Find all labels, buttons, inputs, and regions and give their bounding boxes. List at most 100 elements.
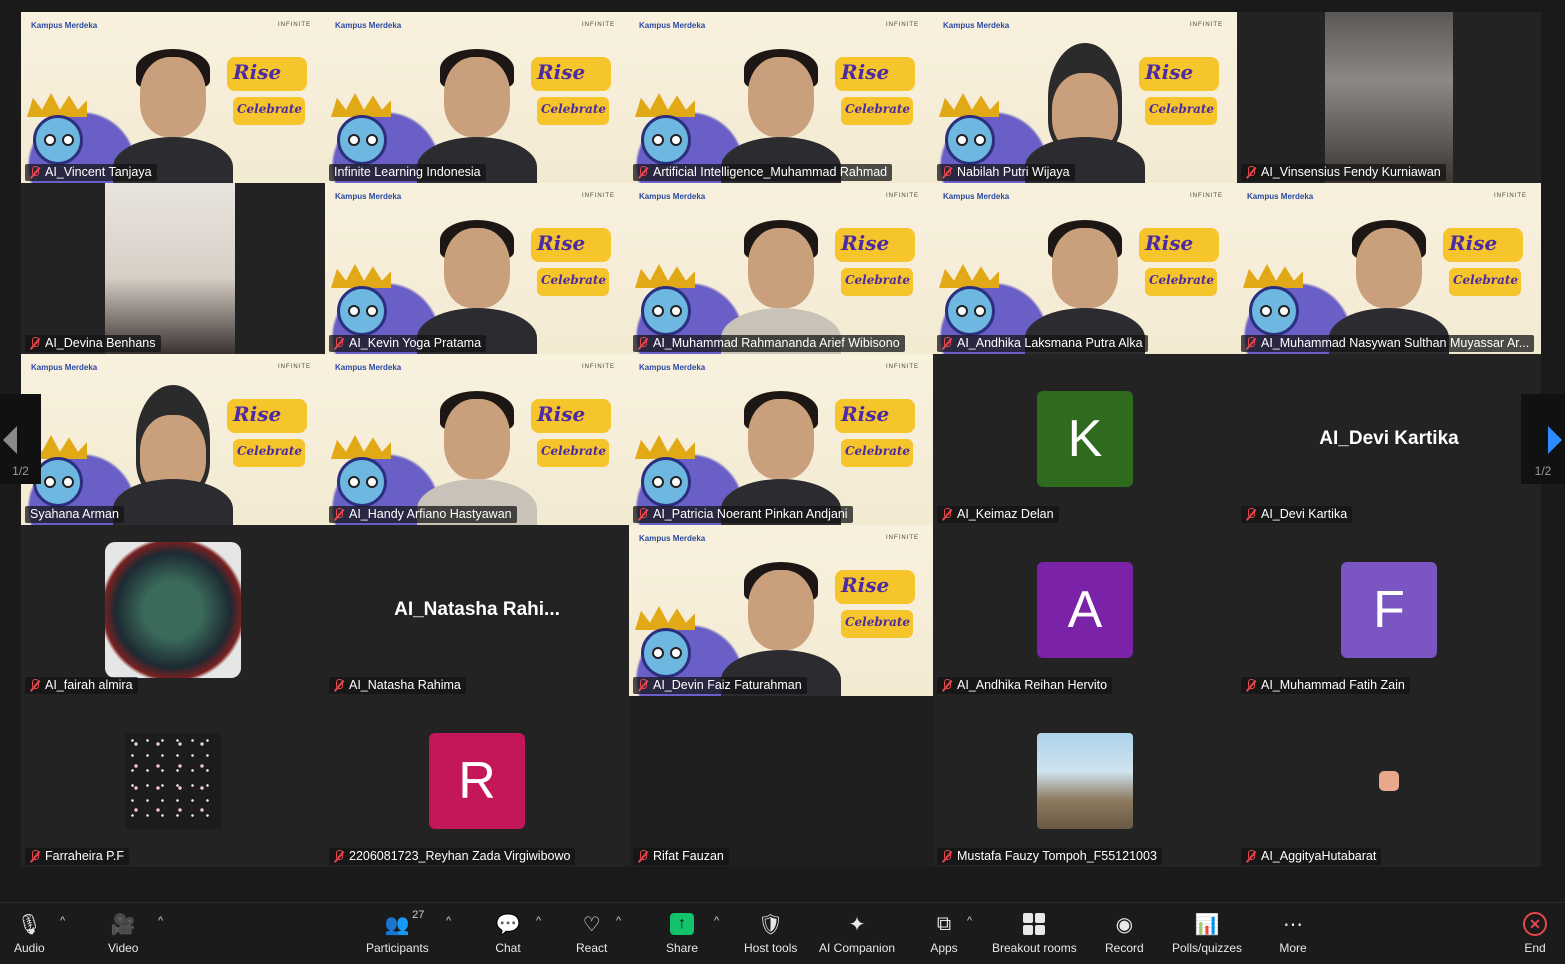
chat-button[interactable]: 💬 Chat [493,911,523,961]
participant-name-label: AI_Patricia Noerant Pinkan Andjani [633,506,853,523]
breakout-rooms-label: Breakout rooms [992,941,1077,955]
participant-camera-feed [1325,12,1453,183]
participant-tile[interactable]: Rifat Fauzan [629,696,933,867]
kampus-merdeka-logo: Kampus Merdeka [943,21,1010,30]
mascot-body [641,286,691,336]
react-button[interactable]: ♡ React [576,911,607,961]
celebrate-badge: Celebrate [841,268,913,296]
rise-badge: Rise [1139,228,1219,262]
participant-tile[interactable]: Kampus Merdeka INFINITE Rise Celebrate AI_Ke… [325,183,629,354]
participant-tile[interactable]: Kampus Merdeka INFINITE Rise Celebrate AI_Mu… [1237,183,1541,354]
participant-tile[interactable]: Kampus Merdeka INFINITE Rise Celebrate Syaha… [21,354,325,525]
participants-options-caret[interactable]: ^ [446,915,451,927]
chat-options-caret[interactable]: ^ [536,915,541,927]
participant-tile[interactable]: AI_Devi Kartika AI_Devi Kartika [1237,354,1541,525]
audio-options-caret[interactable]: ^ [60,915,65,927]
participant-tile[interactable]: Mustafa Fauzy Tompoh_F55121003 [933,696,1237,867]
participant-name-label: AI_Kevin Yoga Pratama [329,335,487,352]
participant-name-label: AI_AggityaHutabarat [1241,848,1382,865]
participant-tile[interactable]: AI_Natasha Rahi... AI_Natasha Rahima [325,525,629,696]
kampus-merdeka-logo: Kampus Merdeka [639,21,706,30]
share-button[interactable]: ↑ Share [666,911,698,961]
participant-tile[interactable]: K AI_Keimaz Delan [933,354,1237,525]
participant-tile[interactable]: Kampus Merdeka INFINITE Rise Celebrate AI_An… [933,183,1237,354]
next-page-button[interactable]: 1/2 [1521,394,1565,484]
participants-label: Participants [366,941,429,955]
celebrate-badge: Celebrate [841,610,913,638]
participant-name-label: Nabilah Putri Wijaya [937,164,1075,181]
chevron-right-icon [1548,426,1562,454]
torso-shape [113,479,233,525]
participant-tile[interactable]: Kampus Merdeka INFINITE Rise Celebrate AI_De… [629,525,933,696]
mascot-eye [670,647,682,659]
mascot-eye [956,134,968,146]
ai-companion-label: AI Companion [819,941,896,955]
face-shape [748,399,814,479]
react-options-caret[interactable]: ^ [616,915,621,927]
apps-button[interactable]: ⧉ Apps [929,911,959,961]
audio-label: Audio [14,941,45,955]
participant-name-text: AI_Keimaz Delan [957,507,1054,521]
participant-tile[interactable]: AI_AggityaHutabarat [1237,696,1541,867]
crown-icon [635,264,695,288]
participant-tile[interactable]: Kampus Merdeka INFINITE Rise Celebrate AI_Mu… [629,183,933,354]
previous-page-button[interactable]: 1/2 [0,394,41,484]
video-button[interactable]: 🎥 Video [108,911,138,961]
participant-tile[interactable]: Farraheira P.F [21,696,325,867]
celebrate-badge: Celebrate [841,439,913,467]
mascot-body [337,286,387,336]
mascot-image [327,264,397,344]
more-icon: ⋯ [1283,913,1303,936]
participant-name-label: AI_Muhammad Nasywan Sulthan Muyassar Ar.… [1241,335,1535,352]
participant-tile[interactable]: Kampus Merdeka INFINITE Rise Celebrate Nabil… [933,12,1237,183]
apps-options-caret[interactable]: ^ [967,915,972,927]
participant-tile[interactable]: AI_fairah almira [21,525,325,696]
participant-name-text: Farraheira P.F [45,849,124,863]
kampus-merdeka-logo: Kampus Merdeka [31,21,98,30]
participant-tile[interactable]: Kampus Merdeka INFINITE Rise Celebrate AI_Vi… [21,12,325,183]
participant-name-text: AI_Vinsensius Fendy Kurniawan [1261,165,1441,179]
audio-button[interactable]: 🎙 Audio [14,911,45,961]
participant-tile[interactable]: Kampus Merdeka INFINITE Rise Celebrate Infin… [325,12,629,183]
participant-video-feed [108,375,238,525]
participant-video-feed [1020,33,1150,183]
participant-name-label: Mustafa Fauzy Tompoh_F55121003 [937,848,1162,865]
participant-name-text: AI_Devi Kartika [1261,507,1348,521]
video-options-caret[interactable]: ^ [158,915,163,927]
celebrate-badge: Celebrate [537,439,609,467]
participant-tile[interactable]: R 2206081723_Reyhan Zada Virgiwibowo [325,696,629,867]
video-camera-icon: 🎥 [110,913,136,936]
host-tools-label: Host tools [744,941,798,955]
host-tools-button[interactable]: 🛡 Host tools [744,911,797,961]
polls-button[interactable]: 📊 Polls/quizzes [1172,911,1242,961]
polls-label: Polls/quizzes [1172,941,1243,955]
mascot-eye [62,134,74,146]
participant-tile[interactable]: F AI_Muhammad Fatih Zain [1237,525,1541,696]
participant-tile[interactable]: A AI_Andhika Reihan Hervito [933,525,1237,696]
share-options-caret[interactable]: ^ [714,915,719,927]
muted-microphone-icon [1245,508,1257,521]
participant-name-label: AI_Muhammad Rahmananda Arief Wibisono [633,335,905,352]
rise-badge: Rise [1139,57,1219,91]
crown-icon [1243,264,1303,288]
muted-microphone-icon [29,166,41,179]
participant-tile[interactable]: AI_Devina Benhans [21,183,325,354]
participant-tile[interactable]: Kampus Merdeka INFINITE Rise Celebrate Artif… [629,12,933,183]
record-button[interactable]: ◉ Record [1105,911,1144,961]
participant-tile[interactable]: Kampus Merdeka INFINITE Rise Celebrate AI_Pa… [629,354,933,525]
ai-companion-button[interactable]: ✦ AI Companion [819,911,895,961]
rise-badge: Rise [835,570,915,604]
muted-microphone-icon [941,166,953,179]
participant-tile[interactable]: Kampus Merdeka INFINITE Rise Celebrate AI_Ha… [325,354,629,525]
muted-microphone-icon [29,337,41,350]
microphone-icon: 🎙 [16,913,43,936]
end-button[interactable]: ✕ End [1520,911,1550,961]
participant-tile[interactable]: AI_Vinsensius Fendy Kurniawan [1237,12,1541,183]
crown-icon [939,93,999,117]
breakout-rooms-button[interactable]: Breakout rooms [992,911,1077,961]
participant-name-text: AI_AggityaHutabarat [1261,849,1377,863]
kampus-merdeka-logo: Kampus Merdeka [639,363,706,372]
more-button[interactable]: ⋯ More [1278,911,1308,961]
participant-name-text: 2206081723_Reyhan Zada Virgiwibowo [349,849,571,863]
participants-button[interactable]: 👥 27 Participants [366,909,429,961]
